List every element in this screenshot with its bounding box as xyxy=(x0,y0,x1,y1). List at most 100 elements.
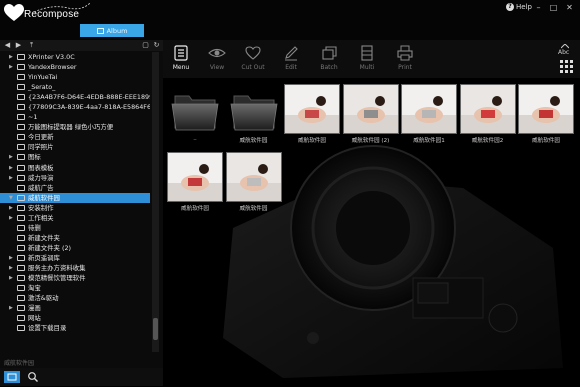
tree-item[interactable]: ▶ 图标 xyxy=(0,152,150,162)
tree-item-label: 威力导演 xyxy=(28,173,54,182)
folder-view-button[interactable] xyxy=(4,371,20,383)
tree-item[interactable]: 淘宝 xyxy=(0,283,150,293)
close-button[interactable]: ✕ xyxy=(563,2,576,13)
tree-item[interactable]: ▶ 安装制作 xyxy=(0,203,150,213)
tree-item[interactable]: 新建文件夹 (2) xyxy=(0,243,150,253)
photo-image xyxy=(285,85,339,133)
photo-image xyxy=(402,85,456,133)
tree-item[interactable]: ▶ 工作相关 xyxy=(0,213,150,223)
expand-arrow-icon[interactable]: ▶ xyxy=(9,273,13,283)
expand-arrow-icon[interactable]: ▼ xyxy=(9,193,13,203)
tree-item[interactable]: YinYueTai xyxy=(0,72,150,82)
expand-arrow-icon[interactable]: ▶ xyxy=(9,173,13,183)
tree-item[interactable]: 万能图标提取器 绿色小巧方便 xyxy=(0,122,150,132)
expand-arrow-icon[interactable]: ▶ xyxy=(9,213,13,223)
heart-logo-icon xyxy=(4,4,24,21)
tree-item[interactable]: ▶ 漫画 xyxy=(0,303,150,313)
tree-item[interactable]: ▶ XPrinter V3.0C xyxy=(0,52,150,62)
photo-thumbnail[interactable]: 威航软件园 xyxy=(167,152,223,212)
expand-arrow-icon[interactable]: ▶ xyxy=(9,253,13,263)
tree-item[interactable]: 设置下载目录 xyxy=(0,323,150,333)
expand-arrow-icon[interactable]: ▶ xyxy=(9,303,13,313)
thumbnail-frame xyxy=(401,84,457,134)
expand-arrow-icon[interactable]: ▶ xyxy=(9,52,13,62)
app-logo: Recompose xyxy=(2,2,94,24)
tree-item[interactable]: 同学照片 xyxy=(0,142,150,152)
folder-tree-panel: ◀ ▶ ⤒ ▢ ↻ ▶ XPrinter V3.0C ▶ YandexBrowser Y… xyxy=(0,40,163,386)
menu-button[interactable]: Menu xyxy=(163,43,199,77)
tree-item[interactable]: 待删 xyxy=(0,223,150,233)
expand-arrow-icon[interactable]: ▶ xyxy=(9,152,13,162)
tree-scrollbar[interactable] xyxy=(152,52,159,352)
tree-item-label: 待删 xyxy=(28,223,41,232)
tree-item[interactable]: 威航广告 xyxy=(0,183,150,193)
tree-item[interactable]: ▶ YandexBrowser xyxy=(0,62,150,72)
thumbnail-caption: .. xyxy=(193,136,197,142)
thumbnail-caption: 威航软件园 xyxy=(298,138,326,144)
tree-item-label: 新建文件夹 xyxy=(28,233,60,242)
photo-image xyxy=(226,153,281,201)
photo-thumbnail[interactable]: 威航软件园 xyxy=(518,84,574,144)
new-folder-icon[interactable]: ▢ xyxy=(141,41,150,50)
tree-item[interactable]: _Serato_ xyxy=(0,82,150,92)
tree-item[interactable]: ▶ 图表模板 xyxy=(0,163,150,173)
tree-item[interactable]: ▶ 威力导演 xyxy=(0,173,150,183)
tree-item[interactable]: ~1 xyxy=(0,112,150,122)
photo-thumbnail[interactable]: 威航软件园 xyxy=(284,84,340,144)
edit-button[interactable]: Edit xyxy=(273,43,309,77)
tree-item[interactable]: 今日更新 xyxy=(0,132,150,142)
thumbnail-caption: 威航软件园 xyxy=(181,206,209,212)
tree-item-label: 淘宝 xyxy=(28,284,41,293)
batch-button[interactable]: Batch xyxy=(311,43,347,77)
search-button[interactable] xyxy=(26,371,40,383)
tree-item[interactable]: ▶ 服务主办方资料收集 xyxy=(0,263,150,273)
refresh-icon[interactable]: ↻ xyxy=(152,41,161,50)
large-folder-icon xyxy=(230,95,277,131)
maximize-button[interactable]: □ xyxy=(547,2,560,13)
folder-icon xyxy=(17,54,25,60)
forward-arrow-icon[interactable]: ▶ xyxy=(14,41,23,50)
photo-thumbnail[interactable]: 威航软件园 (2) xyxy=(342,84,399,144)
photo-thumbnail[interactable]: 威航软件园1 xyxy=(401,84,457,144)
expand-arrow-icon[interactable]: ▶ xyxy=(9,163,13,173)
view-button[interactable]: View xyxy=(199,43,235,77)
tree-item-label: 威航广告 xyxy=(28,183,54,192)
tree-item[interactable]: ▶ 模范精餐饮管理软件 xyxy=(0,273,150,283)
expand-arrow-icon[interactable]: ▶ xyxy=(9,263,13,273)
photo-image xyxy=(519,85,573,133)
up-folder-icon[interactable]: ⤒ xyxy=(27,41,36,50)
expand-arrow-icon[interactable]: ▶ xyxy=(9,203,13,213)
panel-mode-bar xyxy=(0,368,163,386)
photo-thumbnail[interactable]: 威航软件园 xyxy=(225,152,282,212)
tree-item-label: 工作相关 xyxy=(28,213,54,222)
folder-thumbnail[interactable]: 威航软件园 xyxy=(226,84,282,144)
folder-icon xyxy=(17,114,25,121)
tree-item[interactable]: ▶ 新页遥调库 xyxy=(0,253,150,263)
tree-item[interactable]: {23A4B7F6-D64E-4EDB-888E-EEE189972A9C} xyxy=(0,92,150,102)
tree-item-label: 图表模板 xyxy=(28,163,54,172)
tree-item-selected[interactable]: ▼ 威航软件园 xyxy=(0,192,150,203)
back-arrow-icon[interactable]: ◀ xyxy=(3,41,12,50)
album-tab[interactable]: Album xyxy=(80,24,144,37)
folder-icon xyxy=(17,224,25,231)
tree-item[interactable]: 新建文件夹 xyxy=(0,233,150,243)
tree-scrollbar-thumb[interactable] xyxy=(153,318,158,340)
folder-icon xyxy=(17,275,25,282)
help-icon: ? xyxy=(506,3,514,11)
sort-button[interactable]: Abc xyxy=(558,44,569,56)
photo-thumbnail[interactable]: 威航软件园2 xyxy=(459,84,516,144)
help-button[interactable]: ? Help xyxy=(506,3,532,11)
expand-arrow-icon[interactable]: ▶ xyxy=(9,62,13,72)
multi-button[interactable]: Multi xyxy=(349,43,385,77)
tree-item[interactable]: {77809C3A-839E-4aa7-818A-E5864F6BF368} xyxy=(0,102,150,112)
folder-thumbnail[interactable]: .. xyxy=(167,84,223,144)
minimize-button[interactable]: – xyxy=(532,2,545,13)
print-button[interactable]: Print xyxy=(387,43,423,77)
tree-item[interactable]: 网站 xyxy=(0,313,150,323)
grid-view-icon[interactable] xyxy=(560,60,574,73)
cut-out-button[interactable]: Cut Out xyxy=(235,43,271,77)
folder-icon xyxy=(17,124,25,131)
view-label: View xyxy=(209,64,225,71)
photo-image xyxy=(168,153,222,201)
tree-item[interactable]: 激活&驱动 xyxy=(0,293,150,303)
